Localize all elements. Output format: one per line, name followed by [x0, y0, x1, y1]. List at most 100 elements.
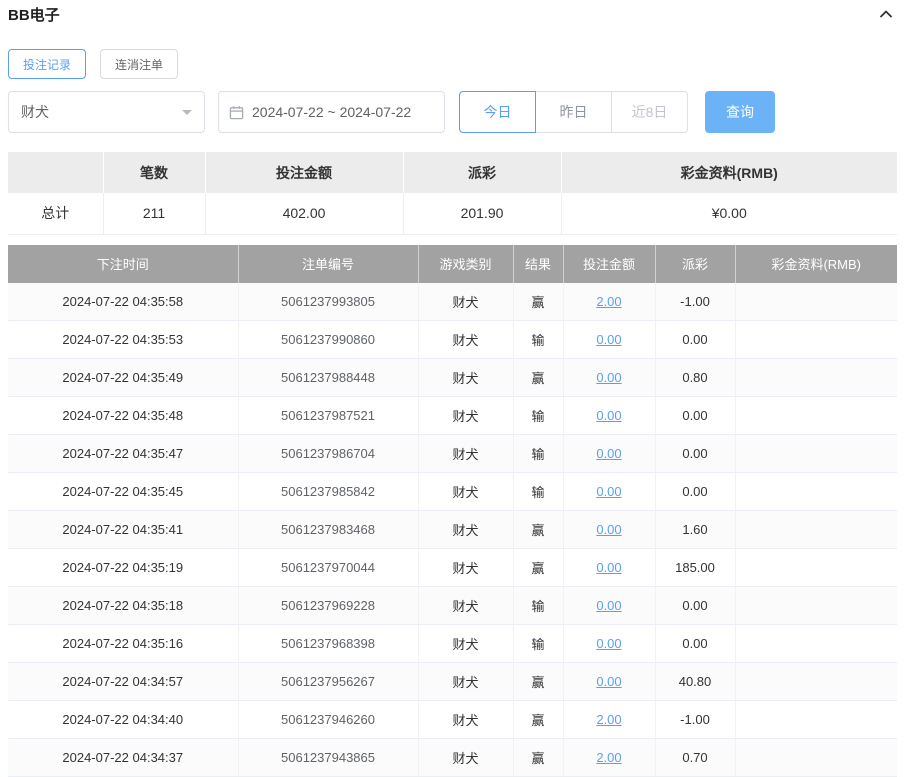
- cell-bonus-info: [735, 473, 897, 511]
- cell-result: 赢: [513, 283, 563, 321]
- cell-bonus-info: [735, 739, 897, 777]
- cell-game-type: 财犬: [418, 701, 513, 739]
- bet-amount-link[interactable]: 0.00: [596, 446, 621, 461]
- col-game-type: 游戏类别: [418, 245, 513, 283]
- cell-bet-amount: 2.00: [563, 701, 655, 739]
- col-order-number: 注单编号: [238, 245, 418, 283]
- cell-bet-time: 2024-07-22 04:35:19: [8, 549, 238, 587]
- summary-col-empty: [8, 152, 103, 193]
- table-row: 2024-07-22 04:35:195061237970044财犬赢0.001…: [8, 549, 897, 587]
- date-range-input[interactable]: 2024-07-22 ~ 2024-07-22: [218, 91, 445, 133]
- cell-order-number: 5061237983468: [238, 511, 418, 549]
- cell-order-number: 5061237969228: [238, 587, 418, 625]
- quick-date-button-group: 今日 昨日 近8日: [459, 91, 688, 133]
- cell-payout: 0.00: [655, 397, 735, 435]
- tab-bet-records[interactable]: 投注记录: [8, 49, 86, 79]
- cell-payout: 0.00: [655, 321, 735, 359]
- game-select-value: 财犬: [21, 102, 49, 122]
- bet-amount-link[interactable]: 0.00: [596, 408, 621, 423]
- cell-game-type: 财犬: [418, 435, 513, 473]
- panel-header: BB电子: [8, 2, 897, 26]
- col-bet-time: 下注时间: [8, 245, 238, 283]
- cell-result: 输: [513, 321, 563, 359]
- cell-bonus-info: [735, 283, 897, 321]
- search-button[interactable]: 查询: [705, 91, 775, 133]
- bet-amount-link[interactable]: 2.00: [596, 712, 621, 727]
- cell-order-number: 5061237970044: [238, 549, 418, 587]
- cell-bet-time: 2024-07-22 04:35:45: [8, 473, 238, 511]
- cell-bet-amount: 2.00: [563, 739, 655, 777]
- cell-payout: 40.80: [655, 663, 735, 701]
- cell-bonus-info: [735, 511, 897, 549]
- cell-game-type: 财犬: [418, 511, 513, 549]
- cell-bet-amount: 0.00: [563, 397, 655, 435]
- yesterday-button[interactable]: 昨日: [535, 91, 612, 133]
- summary-header-row: 笔数 投注金额 派彩 彩金资料(RMB): [8, 152, 897, 193]
- cell-payout: 0.00: [655, 625, 735, 663]
- cell-result: 赢: [513, 359, 563, 397]
- cell-result: 赢: [513, 549, 563, 587]
- summary-total-bet-amount: 402.00: [205, 193, 403, 234]
- table-row: 2024-07-22 04:35:585061237993805财犬赢2.00-…: [8, 283, 897, 321]
- last-8-days-button[interactable]: 近8日: [611, 91, 688, 133]
- col-payout: 派彩: [655, 245, 735, 283]
- cell-order-number: 5061237985842: [238, 473, 418, 511]
- bet-amount-link[interactable]: 0.00: [596, 598, 621, 613]
- bet-amount-link[interactable]: 0.00: [596, 370, 621, 385]
- summary-col-bonus: 彩金资料(RMB): [561, 152, 897, 193]
- summary-table: 笔数 投注金额 派彩 彩金资料(RMB) 总计 211 402.00 201.9…: [8, 152, 897, 235]
- cell-game-type: 财犬: [418, 625, 513, 663]
- chevron-up-icon[interactable]: [875, 3, 897, 25]
- cell-bet-time: 2024-07-22 04:35:48: [8, 397, 238, 435]
- cell-result: 赢: [513, 701, 563, 739]
- date-range-value: 2024-07-22 ~ 2024-07-22: [252, 104, 411, 120]
- table-row: 2024-07-22 04:35:485061237987521财犬输0.000…: [8, 397, 897, 435]
- bet-amount-link[interactable]: 0.00: [596, 484, 621, 499]
- bet-amount-link[interactable]: 0.00: [596, 674, 621, 689]
- bet-amount-link[interactable]: 2.00: [596, 294, 621, 309]
- bet-amount-link[interactable]: 0.00: [596, 636, 621, 651]
- table-row: 2024-07-22 04:35:535061237990860财犬输0.000…: [8, 321, 897, 359]
- cell-payout: 0.70: [655, 739, 735, 777]
- game-select[interactable]: 财犬: [8, 91, 205, 133]
- cell-order-number: 5061237993805: [238, 283, 418, 321]
- cell-order-number: 5061237986704: [238, 435, 418, 473]
- cell-game-type: 财犬: [418, 549, 513, 587]
- table-row: 2024-07-22 04:34:375061237943865财犬赢 2.00 0…: [8, 739, 897, 777]
- cell-bet-amount: 0.00: [563, 321, 655, 359]
- bet-table-header-row: 下注时间 注单编号 游戏类别 结果 投注金额 派彩 彩金资料(RMB): [8, 245, 897, 283]
- cell-bonus-info: [735, 359, 897, 397]
- tab-canceled-orders[interactable]: 连消注单: [100, 49, 178, 79]
- cell-result: 输: [513, 625, 563, 663]
- summary-col-count: 笔数: [103, 152, 205, 193]
- cell-bet-time: 2024-07-22 04:35:49: [8, 359, 238, 397]
- table-row: 2024-07-22 04:35:475061237986704财犬输0.000…: [8, 435, 897, 473]
- cell-bet-amount: 0.00: [563, 587, 655, 625]
- col-result: 结果: [513, 245, 563, 283]
- cell-bet-amount: 0.00: [563, 511, 655, 549]
- cell-game-type: 财犬: [418, 473, 513, 511]
- bet-amount-link[interactable]: 2.00: [596, 750, 621, 765]
- bet-amount-link[interactable]: 0.00: [596, 522, 621, 537]
- bet-amount-link[interactable]: 0.00: [596, 560, 621, 575]
- cell-payout: 0.00: [655, 587, 735, 625]
- cell-game-type: 财犬: [418, 739, 513, 777]
- cell-bonus-info: [735, 549, 897, 587]
- cell-game-type: 财犬: [418, 663, 513, 701]
- cell-bet-time: 2024-07-22 04:35:18: [8, 587, 238, 625]
- cell-bet-time: 2024-07-22 04:35:58: [8, 283, 238, 321]
- cell-game-type: 财犬: [418, 397, 513, 435]
- today-button[interactable]: 今日: [459, 91, 536, 133]
- tab-bar: 投注记录 连消注单: [8, 49, 897, 79]
- cell-bet-time: 2024-07-22 04:34:37: [8, 739, 238, 777]
- table-row: 2024-07-22 04:35:415061237983468财犬赢0.001…: [8, 511, 897, 549]
- cell-order-number: 5061237968398: [238, 625, 418, 663]
- bet-amount-link[interactable]: 0.00: [596, 332, 621, 347]
- summary-col-bet-amount: 投注金额: [205, 152, 403, 193]
- cell-bet-time: 2024-07-22 04:35:47: [8, 435, 238, 473]
- cell-order-number: 5061237943865: [238, 739, 418, 777]
- cell-result: 赢: [513, 739, 563, 777]
- cell-bonus-info: [735, 701, 897, 739]
- cell-bet-amount: 0.00: [563, 359, 655, 397]
- cell-order-number: 5061237988448: [238, 359, 418, 397]
